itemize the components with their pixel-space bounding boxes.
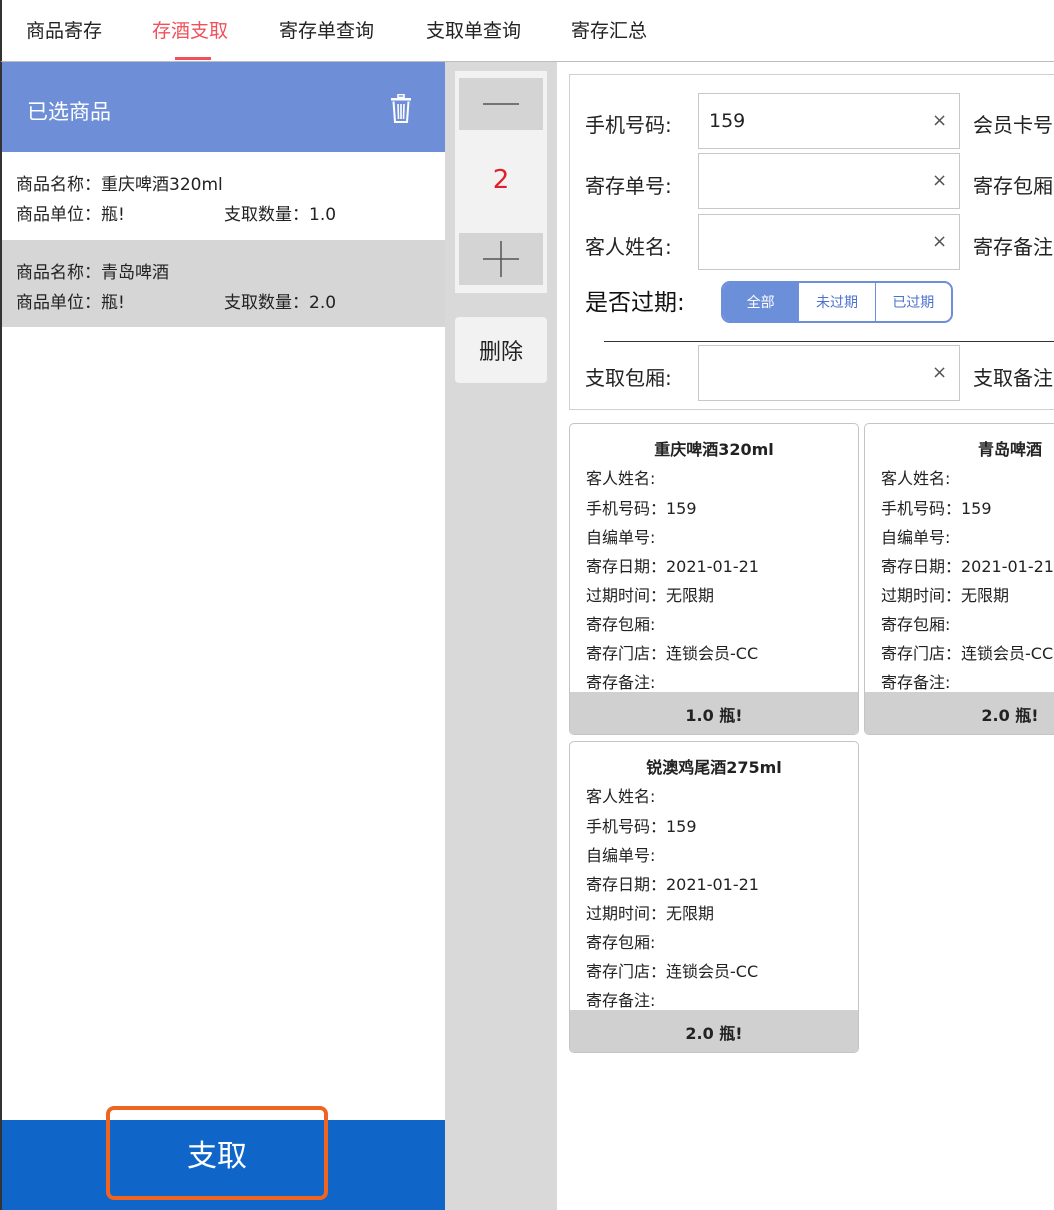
delete-button[interactable]: 删除 [455, 317, 547, 383]
expiry-label: 是否过期: [585, 290, 685, 316]
item-qty: 支取数量：1.0 [224, 205, 337, 225]
clear-icon[interactable]: × [932, 231, 947, 252]
card-title: 锐澳鸡尾酒275ml [646, 758, 782, 777]
selected-goods-header: 已选商品 [2, 62, 445, 152]
tab-deposit-summary[interactable]: 寄存汇总 [571, 16, 647, 43]
customer-input[interactable]: × [698, 214, 960, 270]
tab-goods-deposit[interactable]: 商品寄存 [26, 16, 102, 43]
item-qty: 支取数量：2.0 [224, 293, 337, 313]
card-expiry: 过期时间：无限期 [586, 586, 715, 605]
item-unit: 商品单位：瓶! [16, 293, 125, 313]
pickup-room-input[interactable]: × [698, 345, 960, 401]
card-customer: 客人姓名: [586, 787, 656, 806]
clear-icon[interactable]: × [932, 170, 947, 191]
card-remark: 寄存备注: [586, 991, 656, 1010]
card-title: 青岛啤酒 [977, 440, 1042, 459]
deposit-card[interactable]: 锐澳鸡尾酒275ml 客人姓名: 手机号码：159 自编单号: 寄存日期：202… [569, 741, 859, 1053]
pickup-button[interactable]: 支取 [106, 1106, 328, 1200]
tab-pickup-query[interactable]: 支取单查询 [426, 16, 521, 43]
card-phone: 手机号码：159 [586, 817, 697, 836]
item-name: 商品名称：青岛啤酒 [16, 263, 169, 283]
card-room: 寄存包厢: [881, 615, 951, 634]
customer-label: 客人姓名: [585, 235, 672, 259]
card-expiry: 过期时间：无限期 [586, 904, 715, 923]
card-store: 寄存门店：连锁会员-CC [586, 644, 759, 663]
card-customer: 客人姓名: [586, 469, 656, 488]
order-no-input[interactable]: × [698, 153, 960, 209]
plus-icon [483, 241, 519, 277]
clear-icon[interactable]: × [932, 362, 947, 383]
card-store: 寄存门店：连锁会员-CC [586, 962, 759, 981]
card-deposit-date: 寄存日期：2021-01-21 [586, 875, 759, 894]
card-deposit-date: 寄存日期：2021-01-21 [586, 557, 759, 576]
decrease-button[interactable] [459, 78, 543, 130]
card-room: 寄存包厢: [586, 615, 656, 634]
trash-icon[interactable] [390, 93, 412, 124]
minus-icon [483, 103, 519, 105]
card-self-no: 自编单号: [586, 846, 656, 865]
list-item[interactable]: 商品名称：重庆啤酒320ml 商品单位：瓶! 支取数量：1.0 [2, 152, 445, 239]
member-card-label: 会员卡号 [973, 113, 1053, 137]
top-tab-bar: 商品寄存 存酒支取 寄存单查询 支取单查询 寄存汇总 [0, 0, 1054, 62]
card-self-no: 自编单号: [881, 528, 951, 547]
deposit-card[interactable]: 重庆啤酒320ml 客人姓名: 手机号码：159 自编单号: 寄存日期：2021… [569, 423, 859, 735]
card-amount: 2.0 瓶! [570, 1010, 858, 1052]
pickup-room-label: 支取包厢: [585, 366, 672, 390]
deposit-search-panel: 手机号码: 159 × 会员卡号 寄存单号: × 寄存包厢 客人姓名: × 寄存… [557, 62, 1054, 1210]
tab-wine-pickup[interactable]: 存酒支取 [152, 16, 228, 43]
selected-goods-panel: 已选商品 商品名称：重庆啤酒320ml 商品单位：瓶! 支取数量：1.0 商品名… [0, 62, 445, 1210]
card-amount: 2.0 瓶! [865, 692, 1054, 734]
selected-goods-title: 已选商品 [27, 100, 111, 124]
quantity-value: 2 [492, 165, 510, 195]
card-title: 重庆啤酒320ml [654, 440, 774, 459]
tab-deposit-query[interactable]: 寄存单查询 [279, 16, 374, 43]
card-phone: 手机号码：159 [586, 499, 697, 518]
phone-value: 159 [709, 110, 746, 132]
remark-label: 寄存备注 [973, 235, 1053, 259]
expiry-option-expired[interactable]: 已过期 [874, 283, 951, 321]
order-no-label: 寄存单号: [585, 174, 672, 198]
card-remark: 寄存备注: [586, 673, 656, 692]
quantity-panel: 2 删除 [445, 62, 557, 1210]
pickup-remark-label: 支取备注 [973, 366, 1053, 390]
expiry-filter: 全部 未过期 已过期 [721, 281, 953, 323]
increase-button[interactable] [459, 233, 543, 285]
card-expiry: 过期时间：无限期 [881, 586, 1010, 605]
card-amount: 1.0 瓶! [570, 692, 858, 734]
divider [604, 341, 1054, 342]
card-room: 寄存包厢: [586, 933, 656, 952]
search-form: 手机号码: 159 × 会员卡号 寄存单号: × 寄存包厢 客人姓名: × 寄存… [569, 74, 1054, 410]
card-deposit-date: 寄存日期：2021-01-21 [881, 557, 1054, 576]
phone-input[interactable]: 159 × [698, 93, 960, 149]
quantity-stepper: 2 [455, 71, 547, 293]
card-phone: 手机号码：159 [881, 499, 992, 518]
list-item[interactable]: 商品名称：青岛啤酒 商品单位：瓶! 支取数量：2.0 [2, 240, 445, 327]
card-remark: 寄存备注: [881, 673, 951, 692]
clear-icon[interactable]: × [932, 110, 947, 131]
item-name: 商品名称：重庆啤酒320ml [16, 175, 223, 195]
deposit-card[interactable]: 青岛啤酒 客人姓名: 手机号码：159 自编单号: 寄存日期：2021-01-2… [864, 423, 1054, 735]
card-customer: 客人姓名: [881, 469, 951, 488]
phone-label: 手机号码: [585, 113, 672, 137]
expiry-option-all[interactable]: 全部 [723, 283, 799, 321]
active-tab-indicator [175, 57, 211, 60]
expiry-option-unexpired[interactable]: 未过期 [798, 283, 874, 321]
room-label: 寄存包厢 [973, 174, 1053, 198]
card-store: 寄存门店：连锁会员-CC [881, 644, 1054, 663]
card-self-no: 自编单号: [586, 528, 656, 547]
item-unit: 商品单位：瓶! [16, 205, 125, 225]
